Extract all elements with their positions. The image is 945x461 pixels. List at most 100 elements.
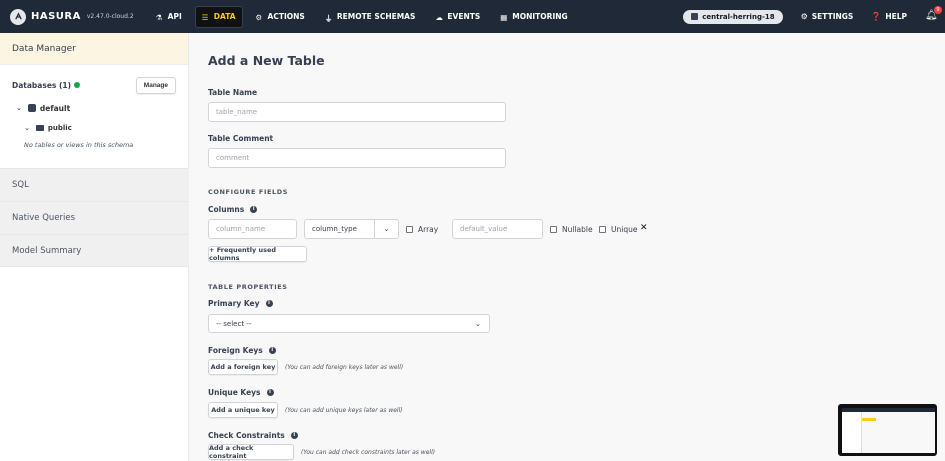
page-title: Add a New Table: [208, 53, 325, 68]
checkbox-box: [550, 226, 557, 233]
table-name-input[interactable]: table_name: [208, 102, 506, 122]
screen-thumbnail[interactable]: [838, 404, 937, 456]
project-selector[interactable]: central-herring-18: [683, 9, 783, 24]
main-nav: ⚗ API ☰ DATA ⚙ ACTIONS ⏚ REMOTE SCHEMAS …: [150, 0, 582, 33]
checkbox-box: [599, 226, 606, 233]
cloud-icon: ☁: [435, 12, 443, 22]
help-icon: ❓: [871, 12, 882, 21]
info-icon[interactable]: i: [266, 389, 274, 396]
db-name: default: [39, 103, 71, 113]
thumbnail-sidebar: [842, 412, 862, 453]
info-icon[interactable]: i: [290, 432, 298, 439]
databases-label: Databases (1): [12, 80, 81, 90]
project-name: central-herring-18: [702, 12, 775, 21]
unique-keys-label: Unique Keys i: [208, 388, 274, 397]
nav-actions[interactable]: ⚙ ACTIONS: [250, 7, 311, 27]
nav-monitoring[interactable]: ▦ MONITORING: [494, 7, 573, 27]
top-navbar: HASURA v2.47.0-cloud.2 ⚗ API ☰ DATA ⚙ AC…: [0, 0, 945, 33]
nav-remote-schemas-label: REMOTE SCHEMAS: [336, 12, 416, 21]
columns-label-text: Columns: [208, 205, 245, 214]
sidebar-item-sql[interactable]: SQL: [0, 168, 189, 201]
columns-label: Columns i: [208, 205, 258, 214]
manage-button[interactable]: Manage: [135, 76, 176, 94]
column-type-select[interactable]: column_type ⌄: [304, 219, 399, 239]
unique-key-hint: (You can add unique keys later as well): [285, 407, 403, 414]
nav-monitoring-label: MONITORING: [512, 12, 568, 21]
folder-icon: [35, 125, 44, 131]
chevron-down-icon: ⌄: [16, 104, 22, 112]
nav-data[interactable]: ☰ DATA: [194, 5, 243, 28]
nav-api[interactable]: ⚗ API: [150, 7, 188, 27]
table-name-label-text: Table Name: [208, 88, 258, 97]
databases-row: Databases (1) Manage: [0, 73, 188, 97]
brand-name: HASURA: [31, 11, 81, 22]
default-value-input[interactable]: default_value: [452, 219, 543, 239]
version-label: v2.47.0-cloud.2: [86, 13, 134, 20]
nav-events-label: EVENTS: [447, 12, 481, 21]
sidebar-item-native-queries[interactable]: Native Queries: [0, 201, 189, 234]
add-check-constraint-button[interactable]: Add a check constraint: [208, 444, 294, 460]
notifications-button[interactable]: 🔔︎ 9: [925, 5, 942, 24]
thumbnail-preview: [842, 408, 935, 453]
database-icon: [27, 104, 36, 112]
nav-events[interactable]: ☁ EVENTS: [429, 7, 486, 27]
info-icon[interactable]: i: [268, 347, 276, 354]
add-foreign-key-button[interactable]: Add a foreign key: [208, 359, 278, 375]
nav-remote-schemas[interactable]: ⏚ REMOTE SCHEMAS: [319, 7, 422, 27]
hasura-logo[interactable]: HASURA v2.47.0-cloud.2: [10, 8, 134, 25]
gear-icon: ⚙: [800, 12, 808, 21]
array-checkbox[interactable]: Array: [406, 225, 438, 234]
check-constraints-label-text: Check Constraints: [208, 431, 285, 440]
primary-key-select-value: -- select --: [216, 319, 252, 328]
tree-schema-public[interactable]: ⌄ public: [24, 121, 188, 135]
database-icon: ☰: [201, 12, 209, 22]
foreign-key-hint: (You can add foreign keys later as well): [285, 364, 404, 371]
unique-checkbox[interactable]: Unique: [599, 225, 637, 234]
settings-label: SETTINGS: [811, 12, 854, 21]
info-icon[interactable]: i: [250, 206, 258, 213]
schema-name: public: [47, 124, 72, 132]
configure-fields-heading: CONFIGURE FIELDS: [208, 188, 289, 196]
info-icon[interactable]: i: [265, 300, 273, 307]
table-properties-heading: TABLE PROPERTIES: [208, 283, 288, 291]
unique-keys-label-text: Unique Keys: [208, 388, 261, 397]
nullable-checkbox[interactable]: Nullable: [550, 225, 593, 234]
array-label: Array: [418, 225, 439, 234]
column-type-placeholder: column_type: [312, 225, 357, 233]
column-name-input[interactable]: column_name: [208, 219, 297, 239]
nav-data-label: DATA: [213, 12, 236, 21]
nav-right: central-herring-18 ⚙ SETTINGS ❓ HELP 🔔︎ …: [683, 0, 942, 33]
primary-key-label: Primary Key i: [208, 299, 273, 308]
sidebar: Data Manager Databases (1) Manage ⌄ defa…: [0, 33, 189, 461]
tree-db-default[interactable]: ⌄ default: [16, 101, 188, 115]
help-label: HELP: [885, 12, 907, 21]
hasura-logo-icon: [10, 8, 26, 25]
main-content: Add a New Table Table Name table_name Ta…: [190, 33, 945, 461]
checkbox-box: [406, 226, 413, 233]
check-constraints-label: Check Constraints i: [208, 431, 298, 440]
check-icon: [74, 82, 81, 88]
table-name-label: Table Name: [208, 88, 257, 97]
primary-key-label-text: Primary Key: [208, 299, 260, 308]
chevron-down-icon: ⌄: [374, 220, 398, 238]
chevron-down-icon: ⌄: [475, 319, 481, 328]
chevron-down-icon: ⌄: [24, 124, 30, 132]
sidebar-header-data-manager[interactable]: Data Manager: [0, 33, 188, 65]
actions-icon: ⚙: [255, 12, 263, 22]
table-comment-label-text: Table Comment: [208, 134, 274, 143]
notification-badge: 9: [934, 5, 942, 14]
add-unique-key-button[interactable]: Add a unique key: [208, 402, 278, 418]
flask-icon: ⚗: [155, 12, 163, 22]
thumbnail-highlight: [862, 418, 876, 421]
table-comment-input[interactable]: comment: [208, 148, 506, 168]
help-link[interactable]: ❓ HELP: [871, 12, 907, 21]
table-comment-label: Table Comment: [208, 134, 273, 143]
chart-icon: ▦: [500, 12, 508, 22]
remove-column-icon[interactable]: ✕: [640, 223, 648, 233]
sidebar-item-model-summary[interactable]: Model Summary: [0, 234, 189, 267]
databases-count: Databases (1): [12, 80, 72, 90]
frequently-used-columns-button[interactable]: + Frequently used columns: [208, 246, 307, 262]
empty-schema-message: No tables or views in this schema: [24, 141, 134, 149]
settings-link[interactable]: ⚙ SETTINGS: [801, 12, 854, 21]
primary-key-select[interactable]: -- select -- ⌄: [208, 314, 490, 333]
